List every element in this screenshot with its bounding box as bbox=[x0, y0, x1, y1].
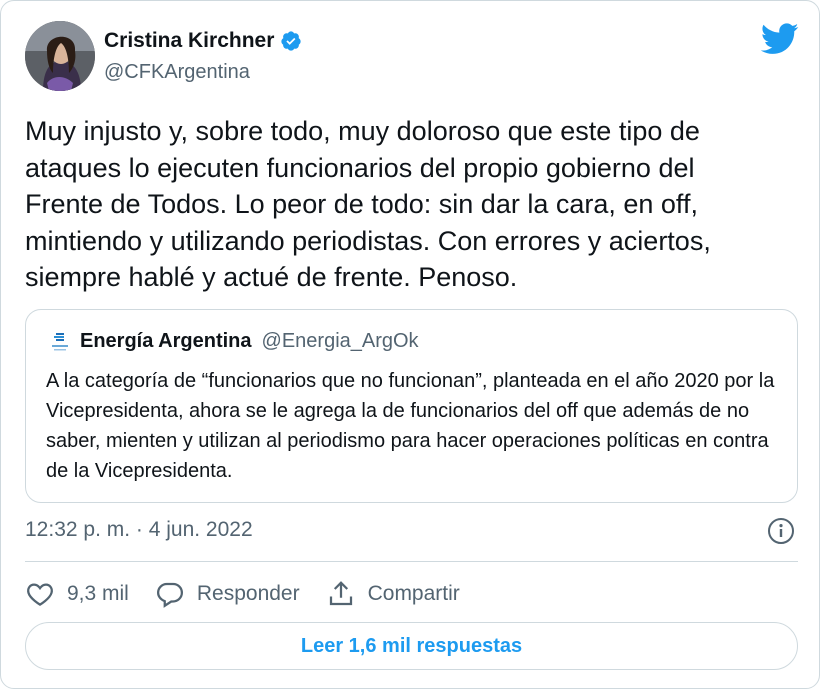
twitter-bird-icon[interactable] bbox=[760, 23, 799, 55]
tweet-timestamp[interactable]: 12:32 p. m. · 4 jun. 2022 bbox=[25, 518, 253, 542]
read-replies-button[interactable]: Leer 1,6 mil respuestas bbox=[25, 622, 798, 670]
divider bbox=[25, 561, 798, 562]
author-name-row[interactable]: Cristina Kirchner bbox=[104, 29, 302, 53]
quoted-tweet-text: A la categoría de “funcionarios que no f… bbox=[46, 370, 775, 482]
share-label: Compartir bbox=[367, 582, 460, 605]
verified-badge-icon bbox=[280, 30, 302, 52]
like-button[interactable]: 9,3 mil bbox=[25, 579, 129, 609]
energia-argentina-logo-icon bbox=[50, 331, 70, 353]
tweet-card: Cristina Kirchner @CFKArgentina Muy inju… bbox=[0, 0, 820, 689]
heart-icon bbox=[27, 583, 53, 606]
reply-button[interactable]: Responder bbox=[155, 579, 300, 609]
share-icon bbox=[329, 581, 352, 606]
author-name[interactable]: Cristina Kirchner bbox=[104, 29, 274, 53]
quoted-author-handle: @Energia_ArgOk bbox=[261, 330, 419, 352]
author-handle[interactable]: @CFKArgentina bbox=[104, 61, 250, 84]
like-count: 9,3 mil bbox=[67, 582, 129, 605]
info-icon[interactable] bbox=[767, 517, 795, 545]
reply-icon bbox=[156, 582, 183, 608]
avatar[interactable] bbox=[25, 21, 95, 91]
share-button[interactable]: Compartir bbox=[326, 579, 460, 609]
quoted-tweet-header: Energía Argentina @Energia_ArgOk bbox=[50, 330, 419, 353]
tweet-text: Muy injusto y, sobre todo, muy doloroso … bbox=[25, 116, 711, 292]
reply-label: Responder bbox=[196, 582, 300, 605]
quoted-author-name: Energía Argentina bbox=[80, 330, 252, 352]
quoted-tweet[interactable]: Energía Argentina @Energia_ArgOk A la ca… bbox=[25, 309, 798, 503]
action-bar: 9,3 mil Responder Compartir bbox=[25, 577, 486, 611]
